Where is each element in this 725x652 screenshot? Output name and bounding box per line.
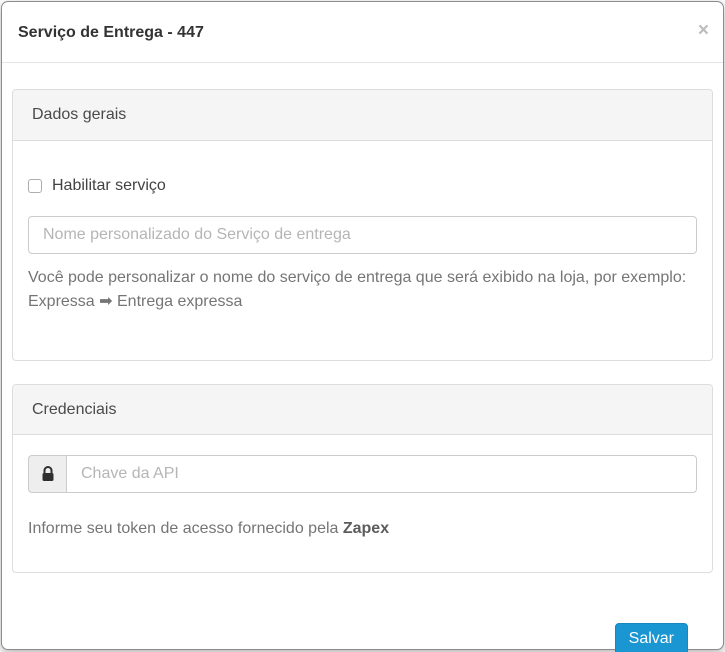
api-key-help-brand: Zapex (343, 520, 389, 537)
modal-body: Dados gerais Habilitar serviço Você pode… (2, 63, 723, 652)
general-panel-body: Habilitar serviço Você pode personalizar… (13, 141, 712, 360)
credentials-panel: Credenciais Informe seu token de acesso … (12, 384, 713, 574)
custom-name-help: Você pode personalizar o nome do serviço… (28, 266, 697, 314)
enable-service-checkbox[interactable] (28, 179, 42, 193)
enable-service-row[interactable]: Habilitar serviço (28, 176, 697, 196)
page-title: Serviço de Entrega - 447 (18, 23, 707, 42)
lock-icon (28, 455, 66, 493)
general-data-panel: Dados gerais Habilitar serviço Você pode… (12, 89, 713, 361)
api-key-input[interactable] (66, 455, 697, 493)
api-key-help: Informe seu token de acesso fornecido pe… (28, 517, 697, 541)
api-key-help-text: Informe seu token de acesso fornecido pe… (28, 520, 343, 537)
credentials-panel-body: Informe seu token de acesso fornecido pe… (13, 435, 712, 572)
close-icon[interactable]: × (698, 21, 709, 40)
custom-name-input[interactable] (28, 216, 697, 254)
delivery-service-modal: Serviço de Entrega - 447 × Dados gerais … (1, 1, 724, 650)
panel-heading-credentials: Credenciais (13, 385, 712, 436)
panel-heading-general: Dados gerais (13, 90, 712, 141)
modal-header: Serviço de Entrega - 447 × (2, 2, 723, 63)
save-button[interactable]: Salvar (615, 623, 688, 652)
api-key-group (28, 455, 697, 493)
modal-footer: Salvar (12, 596, 713, 652)
enable-service-label: Habilitar serviço (52, 177, 166, 195)
